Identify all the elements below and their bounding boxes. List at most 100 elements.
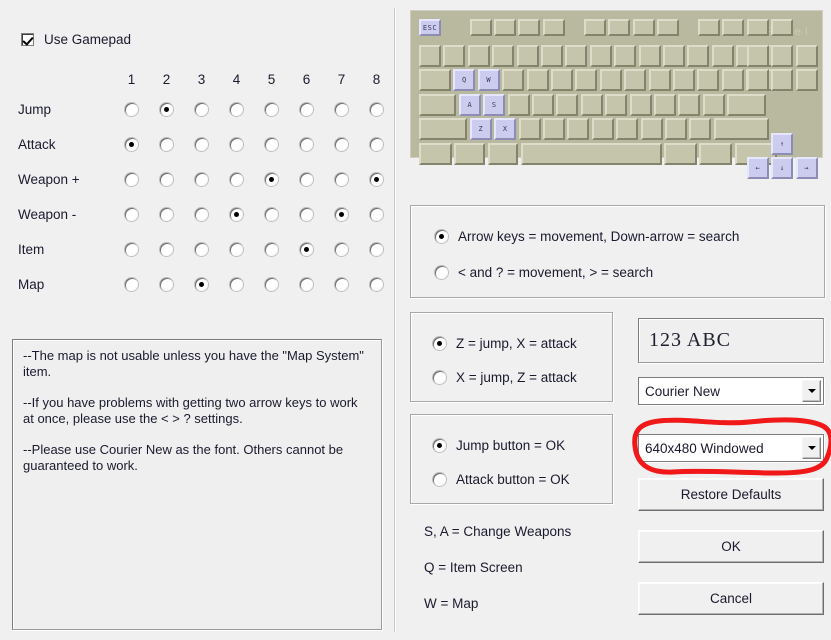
- gamepad-cell[interactable]: [254, 138, 289, 151]
- gamepad-radio-4[interactable]: [230, 173, 243, 186]
- gamepad-cell[interactable]: [289, 278, 324, 291]
- gamepad-radio-6[interactable]: [300, 243, 313, 256]
- gamepad-cell[interactable]: [219, 243, 254, 256]
- gamepad-cell[interactable]: [184, 103, 219, 116]
- gamepad-radio-4[interactable]: [230, 243, 243, 256]
- cancel-button[interactable]: Cancel: [638, 582, 824, 615]
- gamepad-cell[interactable]: [219, 278, 254, 291]
- gamepad-cell[interactable]: [254, 278, 289, 291]
- gamepad-radio-1[interactable]: [125, 278, 138, 291]
- gamepad-radio-2[interactable]: [160, 103, 173, 116]
- use-gamepad-row[interactable]: Use Gamepad: [21, 32, 131, 47]
- okbutton-option-attack-radio[interactable]: [433, 473, 446, 486]
- gamepad-radio-6[interactable]: [300, 138, 313, 151]
- gamepad-radio-5[interactable]: [265, 173, 278, 186]
- gamepad-radio-6[interactable]: [300, 103, 313, 116]
- gamepad-cell[interactable]: [184, 278, 219, 291]
- gamepad-radio-8[interactable]: [370, 103, 383, 116]
- gamepad-cell[interactable]: [114, 243, 149, 256]
- gamepad-cell[interactable]: [184, 243, 219, 256]
- gamepad-radio-6[interactable]: [300, 278, 313, 291]
- gamepad-radio-4[interactable]: [230, 138, 243, 151]
- movement-option-arrowkeys[interactable]: Arrow keys = movement, Down-arrow = sear…: [435, 229, 739, 244]
- gamepad-cell[interactable]: [289, 208, 324, 221]
- gamepad-cell[interactable]: [359, 278, 394, 291]
- gamepad-cell[interactable]: [289, 138, 324, 151]
- gamepad-cell[interactable]: [359, 103, 394, 116]
- gamepad-radio-4[interactable]: [230, 208, 243, 221]
- gamepad-cell[interactable]: [219, 138, 254, 151]
- gamepad-cell[interactable]: [149, 103, 184, 116]
- gamepad-cell[interactable]: [114, 208, 149, 221]
- gamepad-radio-3[interactable]: [195, 208, 208, 221]
- gamepad-radio-6[interactable]: [300, 173, 313, 186]
- gamepad-radio-2[interactable]: [160, 208, 173, 221]
- gamepad-radio-7[interactable]: [335, 278, 348, 291]
- okbutton-option-attack[interactable]: Attack button = OK: [433, 472, 570, 487]
- chevron-down-icon[interactable]: [802, 380, 821, 402]
- gamepad-cell[interactable]: [359, 208, 394, 221]
- gamepad-cell[interactable]: [149, 243, 184, 256]
- gamepad-radio-5[interactable]: [265, 208, 278, 221]
- gamepad-cell[interactable]: [289, 173, 324, 186]
- gamepad-radio-1[interactable]: [125, 103, 138, 116]
- gamepad-cell[interactable]: [184, 208, 219, 221]
- jumpkey-option-x-jump-radio[interactable]: [433, 371, 446, 384]
- gamepad-radio-7[interactable]: [335, 103, 348, 116]
- gamepad-radio-3[interactable]: [195, 103, 208, 116]
- gamepad-cell[interactable]: [254, 208, 289, 221]
- gamepad-cell[interactable]: [114, 138, 149, 151]
- gamepad-radio-7[interactable]: [335, 138, 348, 151]
- gamepad-radio-4[interactable]: [230, 103, 243, 116]
- gamepad-radio-8[interactable]: [370, 173, 383, 186]
- gamepad-radio-2[interactable]: [160, 243, 173, 256]
- gamepad-cell[interactable]: [254, 243, 289, 256]
- gamepad-cell[interactable]: [324, 243, 359, 256]
- gamepad-cell[interactable]: [149, 208, 184, 221]
- resolution-select-dropdown[interactable]: 640x480 Windowed: [638, 434, 824, 462]
- gamepad-radio-6[interactable]: [300, 208, 313, 221]
- chevron-down-icon[interactable]: [802, 437, 821, 459]
- gamepad-cell[interactable]: [254, 173, 289, 186]
- gamepad-cell[interactable]: [289, 103, 324, 116]
- gamepad-radio-8[interactable]: [370, 208, 383, 221]
- gamepad-cell[interactable]: [324, 103, 359, 116]
- gamepad-radio-5[interactable]: [265, 243, 278, 256]
- gamepad-cell[interactable]: [324, 138, 359, 151]
- font-select-dropdown[interactable]: Courier New: [638, 377, 824, 405]
- gamepad-radio-3[interactable]: [195, 278, 208, 291]
- okbutton-option-jump[interactable]: Jump button = OK: [433, 438, 565, 453]
- gamepad-cell[interactable]: [219, 208, 254, 221]
- gamepad-cell[interactable]: [289, 243, 324, 256]
- gamepad-cell[interactable]: [219, 173, 254, 186]
- gamepad-cell[interactable]: [149, 278, 184, 291]
- gamepad-radio-2[interactable]: [160, 278, 173, 291]
- gamepad-cell[interactable]: [324, 278, 359, 291]
- gamepad-cell[interactable]: [324, 208, 359, 221]
- gamepad-radio-1[interactable]: [125, 243, 138, 256]
- ok-button[interactable]: OK: [638, 530, 824, 563]
- jumpkey-option-z-jump[interactable]: Z = jump, X = attack: [433, 336, 577, 351]
- gamepad-cell[interactable]: [254, 103, 289, 116]
- gamepad-radio-8[interactable]: [370, 243, 383, 256]
- gamepad-radio-7[interactable]: [335, 208, 348, 221]
- gamepad-radio-5[interactable]: [265, 278, 278, 291]
- restore-defaults-button[interactable]: Restore Defaults: [638, 478, 824, 511]
- gamepad-cell[interactable]: [149, 138, 184, 151]
- gamepad-radio-1[interactable]: [125, 173, 138, 186]
- gamepad-radio-1[interactable]: [125, 138, 138, 151]
- gamepad-cell[interactable]: [149, 173, 184, 186]
- gamepad-cell[interactable]: [219, 103, 254, 116]
- movement-option-anglebrackets-radio[interactable]: [435, 266, 448, 279]
- gamepad-cell[interactable]: [359, 138, 394, 151]
- movement-option-anglebrackets[interactable]: < and ? = movement, > = search: [435, 265, 653, 280]
- gamepad-cell[interactable]: [184, 173, 219, 186]
- gamepad-radio-1[interactable]: [125, 208, 138, 221]
- gamepad-radio-2[interactable]: [160, 138, 173, 151]
- gamepad-cell[interactable]: [114, 103, 149, 116]
- gamepad-radio-5[interactable]: [265, 103, 278, 116]
- jumpkey-option-x-jump[interactable]: X = jump, Z = attack: [433, 370, 577, 385]
- jumpkey-option-z-jump-radio[interactable]: [433, 337, 446, 350]
- gamepad-cell[interactable]: [359, 173, 394, 186]
- gamepad-cell[interactable]: [184, 138, 219, 151]
